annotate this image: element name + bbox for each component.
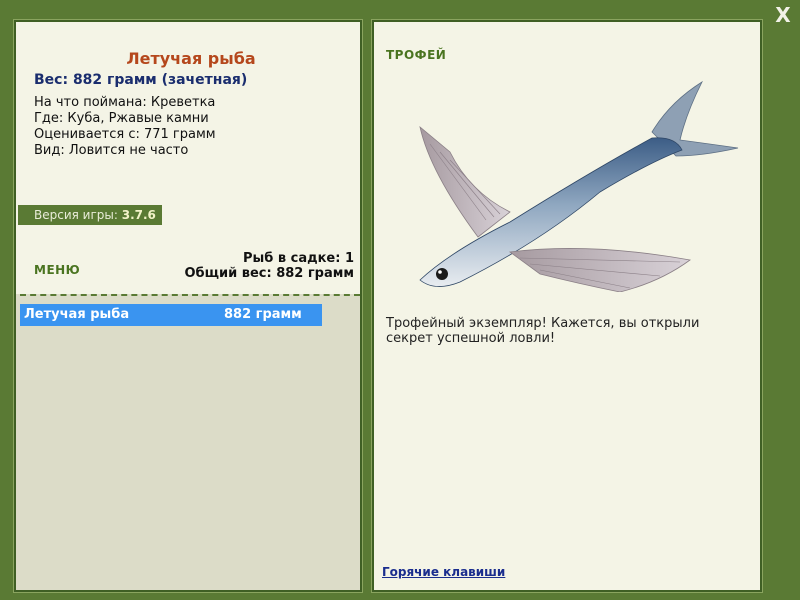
bait-line: На что поймана: Креветка — [34, 95, 216, 110]
hotkeys-link[interactable]: Горячие клавиши — [382, 565, 505, 579]
menu-button[interactable]: МЕНЮ — [34, 263, 80, 277]
fish-details-area: Летучая рыба Вес: 882 грамм (зачетная) Н… — [16, 22, 360, 294]
fish-info-panel: Летучая рыба Вес: 882 грамм (зачетная) Н… — [13, 19, 363, 593]
flying-fish-image — [419, 80, 739, 292]
species-line: Вид: Ловится не часто — [34, 143, 189, 158]
fish-weight: Вес: 882 грамм (зачетная) — [34, 72, 248, 88]
version-badge: Версия игры: 3.7.6 — [18, 205, 162, 225]
version-value: 3.7.6 — [121, 208, 156, 222]
trophy-panel: ТРОФЕЙ Трофейный экземпляр! Кажется, вы … — [371, 19, 763, 593]
trophy-message: Трофейный экземпляр! Кажется, вы открыли… — [386, 316, 700, 346]
divider — [20, 294, 360, 296]
rating-line: Оценивается с: 771 грамм — [34, 127, 216, 142]
fish-title: Летучая рыба — [126, 49, 256, 68]
catch-item-name: Летучая рыба — [24, 307, 130, 322]
version-label: Версия игры: — [34, 208, 118, 222]
catch-list-item[interactable]: Летучая рыба 882 грамм — [20, 304, 322, 326]
close-button[interactable]: X — [772, 4, 794, 26]
keepnet-count: Рыб в садке: 1 — [242, 251, 354, 266]
location-line: Где: Куба, Ржавые камни — [34, 111, 209, 126]
catch-item-weight: 882 грамм — [224, 307, 302, 322]
keepnet-total-weight: Общий вес: 882 грамм — [184, 266, 354, 281]
